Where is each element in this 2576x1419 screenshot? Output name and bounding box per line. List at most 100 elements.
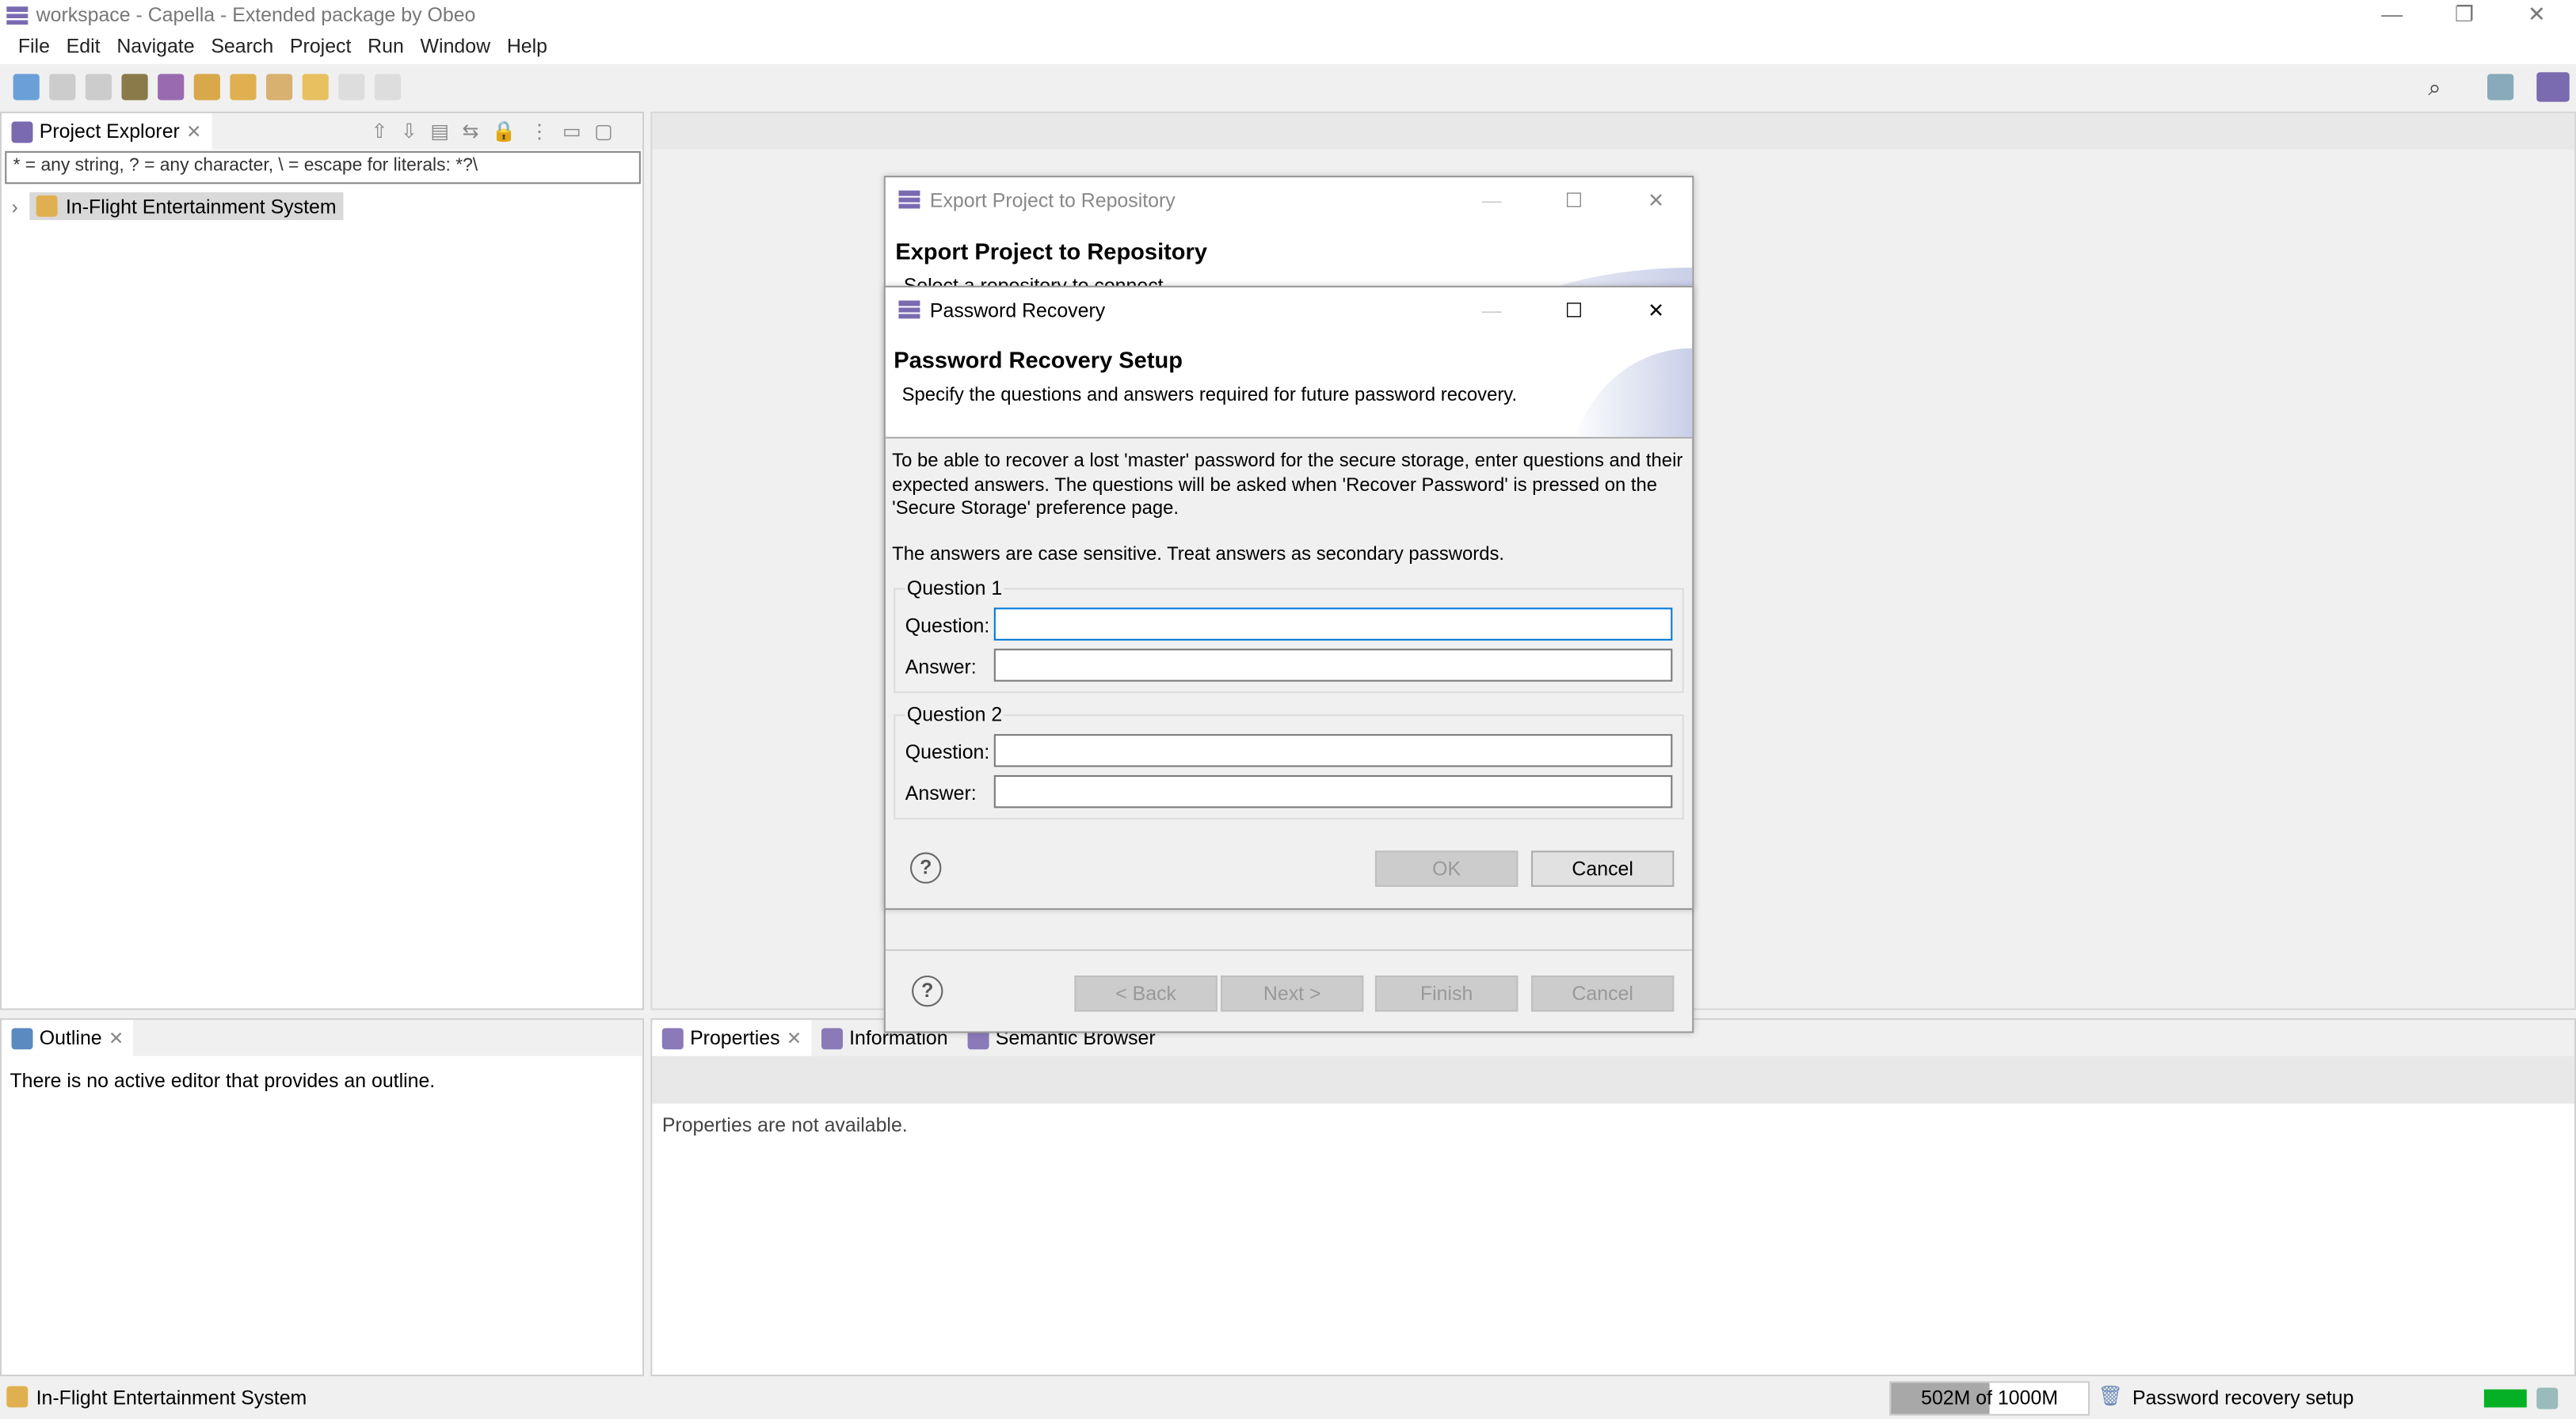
information-icon [821, 1027, 843, 1049]
dialog-title: Export Project to Repository [929, 188, 1176, 211]
run-icon[interactable] [121, 74, 148, 101]
filter-input[interactable]: * = any string, ? = any character, \ = e… [5, 150, 641, 185]
menu-search[interactable]: Search [203, 31, 282, 63]
tab-outline[interactable]: Outline ✕ [2, 1019, 134, 1056]
next-button[interactable]: Next > [1220, 975, 1364, 1012]
question-1-input[interactable] [993, 607, 1673, 641]
minimize-button[interactable]: — [2359, 0, 2425, 31]
question-2-input[interactable] [993, 734, 1673, 767]
close-icon[interactable]: ✕ [109, 1027, 124, 1048]
project-explorer-header: Project Explorer ✕ ⇧⇩▤⇆🔒⋮▭▢ [2, 113, 642, 150]
debug-icon[interactable] [158, 74, 185, 101]
group-label: Question 2 [905, 702, 1004, 726]
cancel-button[interactable]: Cancel [1530, 850, 1675, 887]
answer-label: Answer: [905, 655, 977, 679]
menu-navigate[interactable]: Navigate [109, 31, 203, 63]
menu-bar: File Edit Navigate Search Project Run Wi… [0, 31, 2576, 64]
properties-panel: Properties ✕ Information Semantic Browse… [650, 1018, 2576, 1377]
back-button[interactable]: < Back [1074, 975, 1218, 1012]
export-dialog-titlebar: Export Project to Repository — ☐ ✕ [885, 177, 1693, 222]
new-icon[interactable] [13, 74, 40, 101]
group-label: Question 1 [905, 576, 1004, 600]
answer-1-input[interactable] [993, 649, 1673, 682]
progress-indicator [2483, 1389, 2527, 1408]
help-icon[interactable]: ? [912, 975, 943, 1007]
status-selection: In-Flight Entertainment System [36, 1386, 307, 1409]
finish-button[interactable]: Finish [1374, 975, 1519, 1012]
note-text: The answers are case sensitive. Treat an… [892, 545, 1505, 565]
close-icon[interactable]: ✕ [186, 120, 201, 143]
tab-label: Properties [690, 1026, 780, 1050]
capella-logo-icon [6, 6, 29, 25]
export-heading: Export Project to Repository [895, 238, 1208, 264]
help-icon[interactable]: ? [909, 852, 942, 884]
close-button[interactable]: ✕ [1620, 188, 1692, 211]
menu-window[interactable]: Window [412, 31, 498, 63]
intro-text: To be able to recover a lost 'master' pa… [892, 451, 1683, 519]
save-all-icon[interactable] [85, 74, 112, 101]
project-folder-icon [36, 195, 58, 217]
properties-icon [661, 1027, 684, 1049]
menu-file[interactable]: File [10, 31, 58, 63]
dialog-title: Password Recovery [929, 298, 1106, 321]
heap-label: 502M of 1000M [1921, 1386, 2059, 1409]
ok-button[interactable]: OK [1374, 850, 1519, 887]
tree-item[interactable]: In-Flight Entertainment System [29, 192, 343, 220]
minimize-button[interactable]: — [1456, 298, 1528, 321]
status-bar: In-Flight Entertainment System 502M of 1… [0, 1376, 2576, 1419]
password-subtitle: Specify the questions and answers requir… [901, 386, 1518, 406]
main-toolbar [0, 66, 2576, 108]
capella-perspective-icon[interactable] [2536, 72, 2570, 102]
outline-icon [11, 1027, 33, 1049]
answer-2-input[interactable] [993, 774, 1673, 808]
menu-run[interactable]: Run [360, 31, 412, 63]
maximize-button[interactable]: ☐ [1538, 298, 1610, 321]
forward-arrow-icon[interactable] [338, 74, 365, 101]
properties-message: Properties are not available. [661, 1113, 908, 1137]
outline-header: Outline ✕ [2, 1019, 642, 1056]
expand-chevron-icon[interactable]: › [12, 196, 18, 219]
garbage-collect-icon[interactable]: 🗑 [2098, 1384, 2123, 1407]
back-arrow-icon[interactable] [302, 74, 329, 101]
import-icon[interactable] [193, 74, 220, 101]
answer-label: Answer: [905, 782, 977, 805]
project-icon [6, 1386, 29, 1408]
title-bar: workspace - Capella - Extended package b… [0, 0, 2576, 32]
status-message: Password recovery setup [2132, 1386, 2354, 1409]
password-recovery-dialog: Password Recovery — ☐ ✕ Password Recover… [883, 285, 1694, 910]
heap-status[interactable]: 502M of 1000M [1889, 1381, 2090, 1416]
export-cancel-button[interactable]: Cancel [1530, 975, 1675, 1012]
tab-label: Project Explorer [39, 120, 180, 143]
menu-help[interactable]: Help [498, 31, 555, 63]
question-label: Question: [905, 614, 990, 637]
open-perspective-icon[interactable] [2487, 74, 2514, 101]
password-heading: Password Recovery Setup [894, 346, 1183, 373]
outline-panel: Outline ✕ There is no active editor that… [0, 1018, 645, 1377]
close-button[interactable]: ✕ [1620, 298, 1692, 321]
tab-properties[interactable]: Properties ✕ [652, 1019, 812, 1056]
close-icon[interactable]: ✕ [787, 1027, 802, 1048]
open-folder-icon[interactable] [230, 74, 257, 101]
explorer-icon [11, 120, 33, 143]
window-title: workspace - Capella - Extended package b… [36, 3, 476, 27]
tree-item-label: In-Flight Entertainment System [65, 194, 337, 218]
outline-message: There is no active editor that provides … [10, 1069, 436, 1093]
edit-icon[interactable] [374, 74, 402, 101]
save-icon[interactable] [49, 74, 76, 101]
menu-edit[interactable]: Edit [58, 31, 109, 63]
project-explorer-panel: Project Explorer ✕ ⇧⇩▤⇆🔒⋮▭▢ * = any stri… [0, 112, 645, 1010]
progress-view-icon[interactable] [2536, 1387, 2559, 1409]
view-toolbar-icons[interactable]: ⇧⇩▤⇆🔒⋮▭▢ [371, 120, 626, 143]
minimize-button[interactable]: — [1456, 188, 1528, 211]
close-button[interactable]: ✕ [2504, 0, 2570, 31]
restore-button[interactable]: ❐ [2432, 0, 2498, 31]
tab-label: Outline [39, 1026, 102, 1050]
menu-project[interactable]: Project [282, 31, 360, 63]
tool-icon[interactable] [265, 74, 293, 101]
capella-logo-icon [898, 300, 920, 319]
tab-project-explorer[interactable]: Project Explorer ✕ [2, 113, 211, 150]
search-icon[interactable]: ⌕ [2428, 74, 2441, 101]
question-label: Question: [905, 740, 990, 764]
maximize-button[interactable]: ☐ [1538, 188, 1610, 211]
password-dialog-titlebar: Password Recovery — ☐ ✕ [885, 287, 1693, 332]
